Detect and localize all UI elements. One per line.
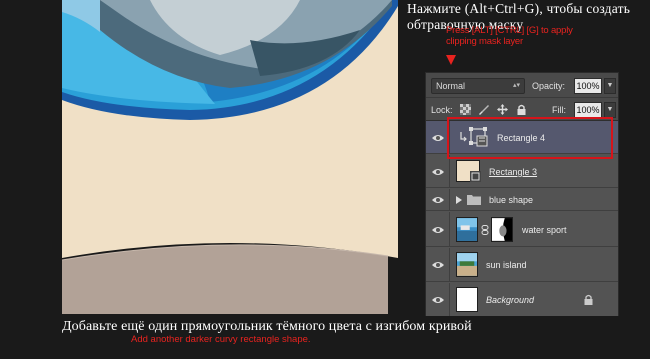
expand-triangle-icon[interactable] — [456, 196, 462, 204]
blend-opacity-row: Normal ▴▾ Opacity: 100% ▼ — [426, 73, 618, 98]
eye-icon[interactable] — [432, 168, 444, 176]
lock-transparent-pixels-icon[interactable] — [460, 104, 471, 115]
layer-rectangle-3[interactable]: Rectangle 3 — [426, 155, 618, 188]
layer-thumbnail — [456, 287, 478, 312]
brush-icon[interactable] — [478, 104, 489, 115]
lock-all-icon[interactable] — [516, 104, 527, 115]
eye-icon[interactable] — [432, 261, 444, 269]
layer-background[interactable]: Background — [426, 283, 618, 316]
arrow-down-icon — [446, 55, 456, 65]
opacity-dropdown-icon[interactable]: ▼ — [604, 78, 616, 94]
chevron-updown-icon: ▴▾ — [512, 82, 520, 89]
link-icon[interactable] — [481, 225, 489, 235]
fill-label: Fill: — [552, 105, 566, 115]
eye-icon[interactable] — [432, 226, 444, 234]
instruction-bottom-en: Add another darker curvy rectangle shape… — [131, 334, 311, 345]
lock-icon — [584, 294, 593, 305]
layers-panel: Normal ▴▾ Opacity: 100% ▼ Lock: Fill: 10… — [425, 72, 619, 316]
folder-icon — [467, 195, 481, 205]
layer-name: water sport — [522, 225, 567, 235]
lock-label: Lock: — [431, 105, 453, 115]
eye-icon[interactable] — [432, 134, 444, 142]
opacity-label: Opacity: — [532, 81, 566, 91]
layer-mask-thumbnail — [491, 217, 513, 242]
layer-group-blue-shape[interactable]: blue shape — [426, 189, 618, 211]
photo-thumbnail — [456, 252, 478, 277]
highlight-box — [447, 117, 613, 159]
blend-mode-value: Normal — [436, 81, 466, 91]
layer-water-sport[interactable]: water sport — [426, 212, 618, 247]
eye-icon[interactable] — [432, 196, 444, 204]
opacity-input[interactable]: 100% — [574, 78, 602, 94]
instruction-note-en: Press [ALT] [CTRL] [G] to apply clipping… — [446, 25, 573, 47]
layer-name: sun island — [486, 260, 527, 270]
move-icon[interactable] — [497, 104, 508, 115]
dark-curvy-rectangle — [62, 244, 388, 314]
layer-name: Rectangle 3 — [489, 167, 538, 177]
layer-name: blue shape — [489, 195, 534, 205]
fill-dropdown-icon[interactable]: ▼ — [604, 102, 616, 118]
vector-mask-icon — [470, 171, 481, 182]
fill-input[interactable]: 100% — [574, 102, 602, 118]
layer-sun-island[interactable]: sun island — [426, 248, 618, 282]
layer-name: Background — [486, 295, 535, 305]
photo-thumbnail — [456, 217, 478, 242]
eye-icon[interactable] — [432, 296, 444, 304]
blend-mode-select[interactable]: Normal ▴▾ — [431, 78, 525, 94]
